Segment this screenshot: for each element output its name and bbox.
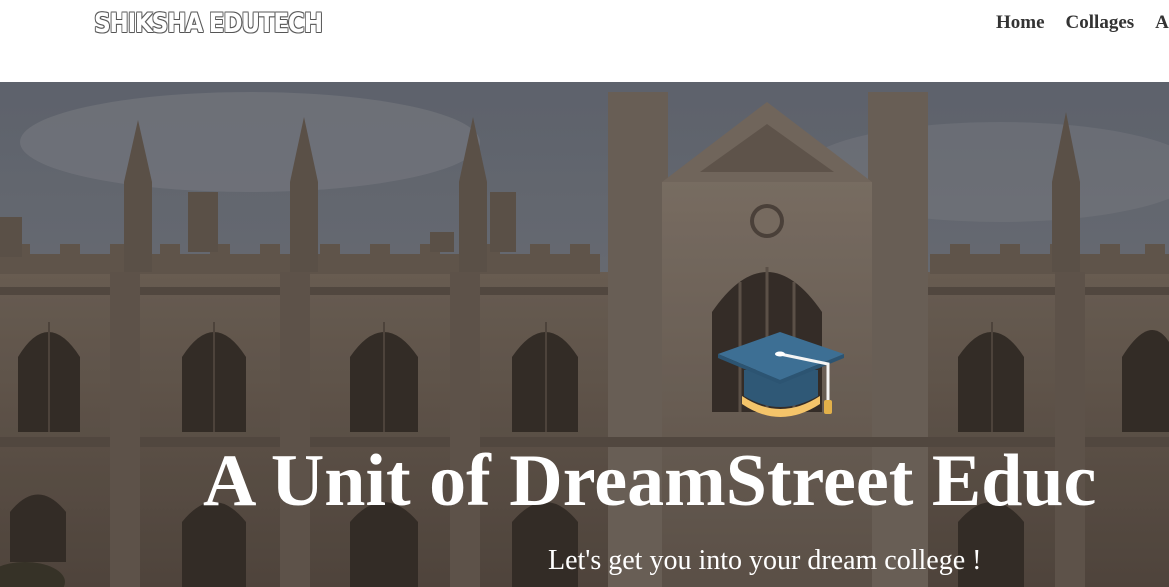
nav-link-collages[interactable]: Collages: [1066, 12, 1135, 34]
hero-title: A Unit of DreamStreet Educ: [203, 440, 1097, 522]
hero-section: A Unit of DreamStreet Educ Let's get you…: [0, 82, 1169, 587]
hero-subtitle: Let's get you into your dream college !: [548, 545, 982, 576]
site-logo[interactable]: SHIKSHA EDUTECH: [94, 8, 323, 39]
graduation-cap-icon: [718, 332, 844, 417]
main-nav: Home Collages A: [996, 12, 1169, 34]
nav-link-home[interactable]: Home: [996, 12, 1045, 34]
site-header: SHIKSHA EDUTECH Home Collages A: [0, 0, 1169, 82]
page: SHIKSHA EDUTECH Home Collages A A Unit o…: [0, 0, 1169, 587]
nav-link-about[interactable]: A: [1155, 12, 1169, 34]
